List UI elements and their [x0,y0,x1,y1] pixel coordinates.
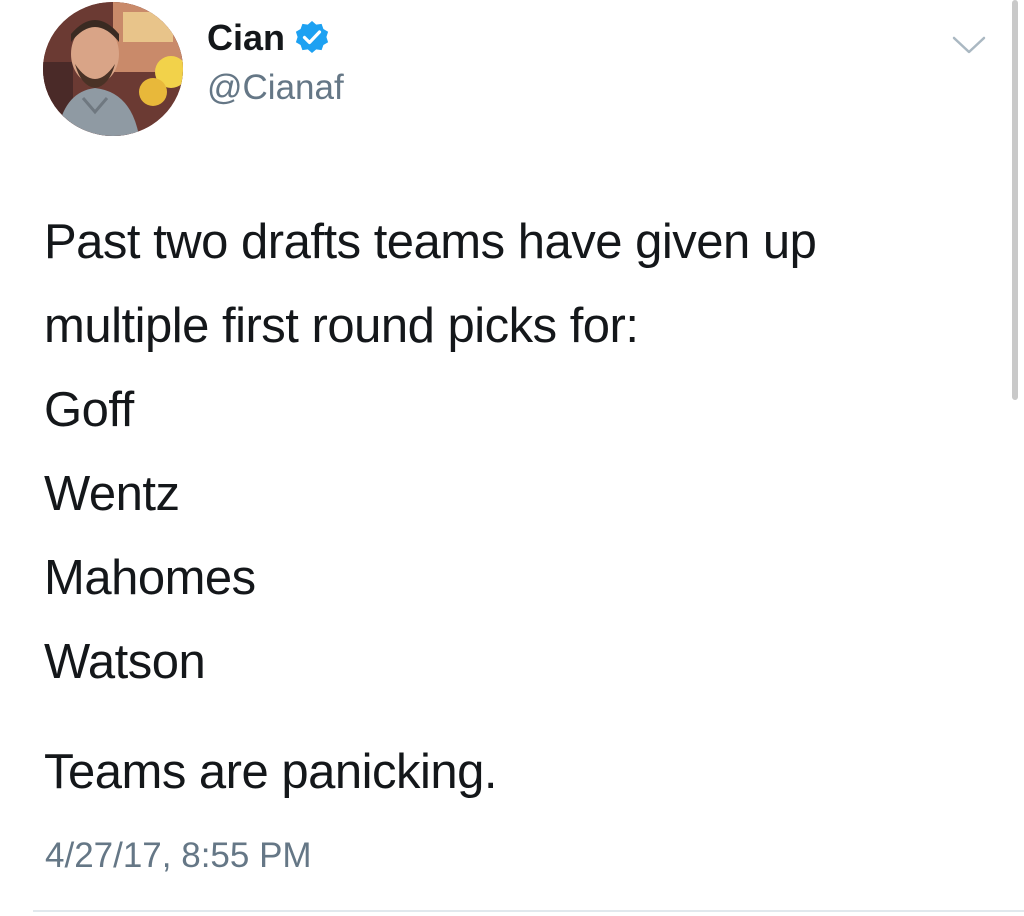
tweet-closing-line: Teams are panicking. [44,745,498,799]
tweet-line: Watson [44,635,206,689]
author-name-row[interactable]: Cian [207,16,330,60]
tweet-timestamp[interactable]: 4/27/17, 8:55 PM [45,833,312,879]
tweet-line: Goff [44,383,134,437]
tweet-line: Past two drafts teams have given up [44,215,817,269]
scrollbar-thumb[interactable] [1012,0,1018,400]
tweet-line: Wentz [44,467,180,521]
avatar-image [43,2,183,136]
tweet-line: multiple first round picks for: [44,299,639,353]
chevron-down-icon[interactable] [950,30,988,58]
tweet-line: Mahomes [44,551,256,605]
author-display-name[interactable]: Cian [207,16,285,60]
tweet-text: Past two drafts teams have given up mult… [44,200,994,704]
divider [33,910,1024,912]
verified-badge-icon [294,20,330,56]
author-handle[interactable]: @Cianaf [207,66,344,110]
avatar[interactable] [43,2,183,136]
